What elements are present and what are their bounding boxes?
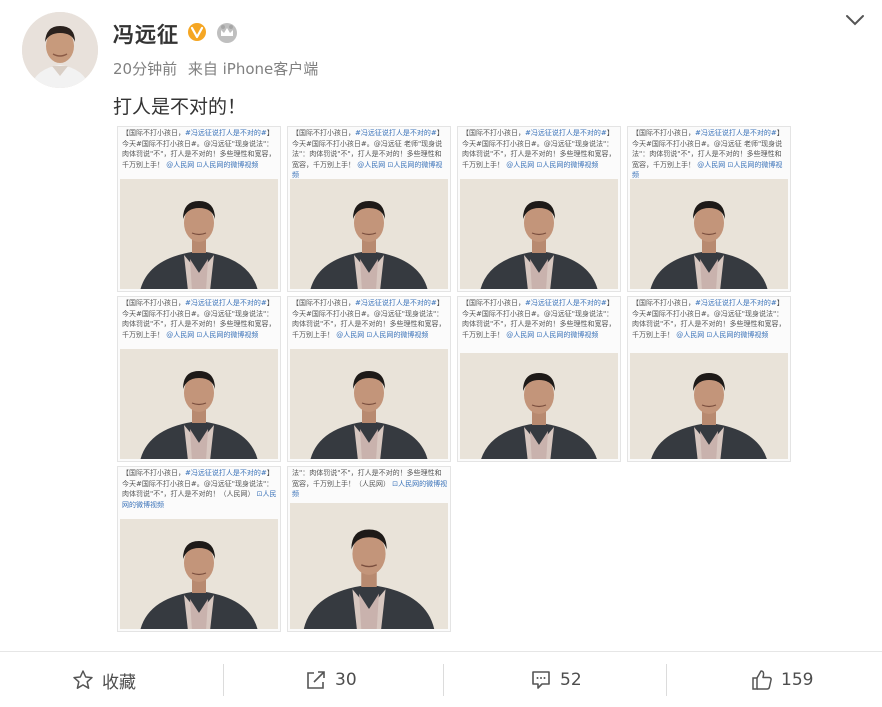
image-tile[interactable]: 【国际不打小孩日，#冯远征说打人是不对的#】今天#国际不打小孩日#。@冯远征"现… <box>287 296 451 462</box>
video-frame-photo <box>120 349 278 459</box>
caption-hashtag: #冯远征说打人是不对的# <box>525 299 607 307</box>
chevron-down-icon[interactable] <box>844 12 866 28</box>
action-separator <box>223 664 224 696</box>
comment-icon <box>532 671 550 689</box>
caption-link: @人民网 ⊡人民网的微博视频 <box>164 330 259 339</box>
action-separator <box>443 664 444 696</box>
caption-lead: 【国际不打小孩日， <box>292 299 355 307</box>
caption-hashtag: #冯远征说打人是不对的# <box>695 299 777 307</box>
image-tile[interactable]: 【国际不打小孩日，#冯远征说打人是不对的#】今天#国际不打小孩日#。@冯远征 老… <box>287 126 451 292</box>
caption-link: @人民网 ⊡人民网的微博视频 <box>504 160 599 169</box>
caption-hashtag: #冯远征说打人是不对的# <box>185 469 267 477</box>
crown-badge-icon[interactable] <box>215 21 239 43</box>
image-tile[interactable]: 【国际不打小孩日，#冯远征说打人是不对的#】今天#国际不打小孩日#。@冯远征"现… <box>117 296 281 462</box>
post-text: 打人是不对的！ <box>113 96 247 118</box>
star-icon <box>73 670 93 689</box>
tile-caption: 【国际不打小孩日，#冯远征说打人是不对的#】今天#国际不打小孩日#。@冯远征"现… <box>292 298 448 340</box>
forward-count: 30 <box>335 670 357 690</box>
caption-lead: 【国际不打小孩日， <box>632 129 695 137</box>
image-tile[interactable]: 【国际不打小孩日，#冯远征说打人是不对的#】今天#国际不打小孩日#。@冯远征"现… <box>457 296 621 462</box>
image-grid: 【国际不打小孩日，#冯远征说打人是不对的#】今天#国际不打小孩日#。@冯远征"现… <box>117 126 793 638</box>
image-tile[interactable]: 【国际不打小孩日，#冯远征说打人是不对的#】今天#国际不打小孩日#。@冯远征"现… <box>457 126 621 292</box>
caption-lead: 【国际不打小孩日， <box>122 469 185 477</box>
post-meta: 20分钟前 来自 iPhone客户端 <box>113 58 324 79</box>
video-frame-photo <box>290 349 448 459</box>
caption-lead: 【国际不打小孩日， <box>122 299 185 307</box>
caption-hashtag: #冯远征说打人是不对的# <box>185 129 267 137</box>
video-frame-photo <box>460 353 618 459</box>
divider <box>0 651 882 652</box>
caption-link: @人民网 ⊡人民网的微博视频 <box>504 330 599 339</box>
like-count: 159 <box>781 670 814 690</box>
avatar[interactable] <box>22 12 98 88</box>
tile-caption: 法"：肉体罚说"不"，打人是不对的！多些理性和宽容，千万别上手！（人民网） ⊡人… <box>292 468 448 500</box>
caption-lead: 【国际不打小孩日， <box>122 129 185 137</box>
favorite-label: 收藏 <box>102 672 136 693</box>
caption-lead: 【国际不打小孩日， <box>292 129 355 137</box>
image-tile[interactable]: 法"：肉体罚说"不"，打人是不对的！多些理性和宽容，千万别上手！（人民网） ⊡人… <box>287 466 451 632</box>
image-tile[interactable]: 【国际不打小孩日，#冯远征说打人是不对的#】今天#国际不打小孩日#。@冯远征"现… <box>627 296 791 462</box>
caption-link: @人民网 ⊡人民网的微博视频 <box>334 330 429 339</box>
tile-caption: 【国际不打小孩日，#冯远征说打人是不对的#】今天#国际不打小孩日#。@冯远征 老… <box>632 128 788 181</box>
weibo-post-card: 冯远征 20分钟前 来自 iPhone客户端 打人是不对的！ 【国际不打小孩日，… <box>0 0 882 707</box>
caption-hashtag: #冯远征说打人是不对的# <box>525 129 607 137</box>
caption-hashtag: #冯远征说打人是不对的# <box>185 299 267 307</box>
image-tile[interactable]: 【国际不打小孩日，#冯远征说打人是不对的#】今天#国际不打小孩日#。@冯远征"现… <box>117 126 281 292</box>
video-frame-photo <box>120 179 278 289</box>
tile-caption: 【国际不打小孩日，#冯远征说打人是不对的#】今天#国际不打小孩日#。@冯远征"现… <box>462 298 618 340</box>
thumbs-up-icon <box>752 670 772 690</box>
tile-caption: 【国际不打小孩日，#冯远征说打人是不对的#】今天#国际不打小孩日#。@冯远征 老… <box>292 128 448 181</box>
caption-lead: 【国际不打小孩日， <box>632 299 695 307</box>
caption-hashtag: #冯远征说打人是不对的# <box>355 129 437 137</box>
comment-count: 52 <box>560 670 582 690</box>
video-frame-photo <box>290 503 448 629</box>
video-frame-photo <box>630 353 788 459</box>
action-separator <box>666 664 667 696</box>
caption-lead: 【国际不打小孩日， <box>462 129 525 137</box>
tile-caption: 【国际不打小孩日，#冯远征说打人是不对的#】今天#国际不打小孩日#。@冯远征"现… <box>122 468 278 510</box>
post-source[interactable]: 来自 iPhone客户端 <box>188 60 318 78</box>
caption-hashtag: #冯远征说打人是不对的# <box>695 129 777 137</box>
caption-link: @人民网 ⊡人民网的微博视频 <box>674 330 769 339</box>
caption-lead: 【国际不打小孩日， <box>462 299 525 307</box>
favorite-button[interactable]: 收藏 <box>72 662 136 698</box>
video-frame-photo <box>460 179 618 289</box>
post-time[interactable]: 20分钟前 <box>113 60 177 78</box>
video-frame-photo <box>290 179 448 289</box>
author-name[interactable]: 冯远征 <box>113 19 179 49</box>
caption-link: @人民网 ⊡人民网的微博视频 <box>164 160 259 169</box>
comment-button[interactable]: 52 <box>530 662 582 698</box>
forward-button[interactable]: 30 <box>305 662 357 698</box>
tile-caption: 【国际不打小孩日，#冯远征说打人是不对的#】今天#国际不打小孩日#。@冯远征"现… <box>122 298 278 340</box>
tile-caption: 【国际不打小孩日，#冯远征说打人是不对的#】今天#国际不打小孩日#。@冯远征"现… <box>632 298 788 340</box>
forward-icon <box>307 671 325 689</box>
verified-badge-icon <box>188 23 206 41</box>
video-frame-photo <box>120 519 278 629</box>
tile-caption: 【国际不打小孩日，#冯远征说打人是不对的#】今天#国际不打小孩日#。@冯远征"现… <box>462 128 618 170</box>
tile-caption: 【国际不打小孩日，#冯远征说打人是不对的#】今天#国际不打小孩日#。@冯远征"现… <box>122 128 278 170</box>
image-tile[interactable]: 【国际不打小孩日，#冯远征说打人是不对的#】今天#国际不打小孩日#。@冯远征"现… <box>117 466 281 632</box>
like-button[interactable]: 159 <box>751 662 813 698</box>
caption-hashtag: #冯远征说打人是不对的# <box>355 299 437 307</box>
image-tile[interactable]: 【国际不打小孩日，#冯远征说打人是不对的#】今天#国际不打小孩日#。@冯远征 老… <box>627 126 791 292</box>
video-frame-photo <box>630 179 788 289</box>
